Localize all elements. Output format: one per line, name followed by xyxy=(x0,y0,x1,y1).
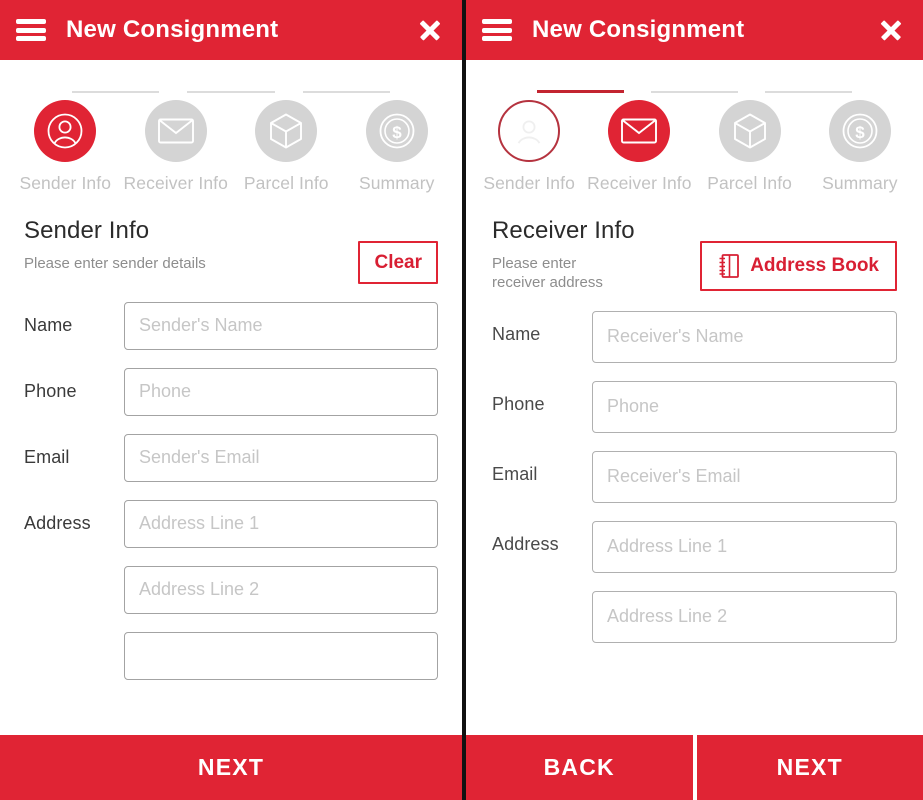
sender-address-line3-input[interactable] xyxy=(124,631,438,680)
clear-button-label: Clear xyxy=(374,251,422,273)
step-bubble xyxy=(34,100,97,162)
hamburger-icon[interactable] xyxy=(16,19,46,41)
page-title: New Consignment xyxy=(532,16,745,43)
dual-screen-comparison: New Consignment Sender Info Receiver Inf… xyxy=(0,0,923,800)
step-summary[interactable]: $ Summary xyxy=(805,100,915,195)
step-bubble: $ xyxy=(365,100,428,162)
step-bubble xyxy=(255,100,318,162)
step-label: Receiver Info xyxy=(587,173,692,193)
clear-button[interactable]: Clear xyxy=(358,240,438,284)
bottom-action-bar: NEXT xyxy=(0,735,462,800)
field-row-name: Name xyxy=(24,301,438,350)
address-book-button[interactable]: Address Book xyxy=(700,240,897,291)
step-bubble xyxy=(498,100,561,162)
receiver-address-line1-input[interactable] xyxy=(592,520,897,573)
receiver-name-input[interactable] xyxy=(592,310,897,363)
step-bubble xyxy=(608,100,671,162)
field-label-email: Email xyxy=(492,463,538,484)
sender-form: Sender Info Please enter sender details … xyxy=(0,217,462,680)
field-label-email: Email xyxy=(24,446,70,467)
hamburger-icon[interactable] xyxy=(482,19,512,41)
next-button[interactable]: NEXT xyxy=(696,735,923,800)
step-receiver-info[interactable]: Receiver Info xyxy=(121,100,232,195)
stepper-connector-1 xyxy=(71,91,160,93)
field-row-address: Address xyxy=(24,499,438,680)
cube-icon xyxy=(733,113,766,149)
field-row-address: Address xyxy=(492,520,897,643)
step-sender-info[interactable]: Sender Info xyxy=(474,100,584,195)
field-row-email: Email xyxy=(492,450,897,503)
section-header: Receiver Info Please enter receiver addr… xyxy=(492,217,897,293)
stepper: Sender Info Receiver Info Parcel Info $ … xyxy=(0,60,462,195)
step-summary[interactable]: $ Summary xyxy=(342,100,453,195)
receiver-address-line2-input[interactable] xyxy=(592,590,897,643)
back-button[interactable]: BACK xyxy=(466,735,693,800)
step-label: Parcel Info xyxy=(707,173,792,193)
step-label: Summary xyxy=(358,173,435,193)
section-title: Sender Info xyxy=(24,216,150,244)
app-bar: New Consignment xyxy=(0,0,462,60)
section-subtitle: Please enter receiver address xyxy=(492,254,603,292)
cube-icon xyxy=(270,113,303,149)
screen-receiver-info: New Consignment Sender Info Receiver Inf… xyxy=(466,0,923,800)
stepper-connector-1 xyxy=(536,90,624,93)
screen-sender-info: New Consignment Sender Info Receiver Inf… xyxy=(0,0,462,800)
field-label-phone: Phone xyxy=(24,380,77,401)
address-book-button-label: Address Book xyxy=(750,255,879,277)
next-button[interactable]: NEXT xyxy=(0,735,462,800)
step-label: Receiver Info xyxy=(123,173,228,193)
step-label: Summary xyxy=(822,173,898,193)
stepper-connector-2 xyxy=(651,91,738,93)
step-parcel-info[interactable]: Parcel Info xyxy=(231,100,342,195)
section-header: Sender Info Please enter sender details … xyxy=(24,217,438,284)
svg-text:$: $ xyxy=(855,123,865,142)
address-book-icon xyxy=(719,253,740,278)
sender-email-input[interactable] xyxy=(124,433,438,482)
coin-dollar-icon: $ xyxy=(379,113,415,149)
bottom-action-bar: BACK NEXT xyxy=(466,735,923,800)
field-row-name: Name xyxy=(492,310,897,363)
page-title: New Consignment xyxy=(66,16,279,43)
step-parcel-info[interactable]: Parcel Info xyxy=(695,100,805,195)
sender-address-line2-input[interactable] xyxy=(124,565,438,614)
receiver-email-input[interactable] xyxy=(592,450,897,503)
coin-dollar-icon: $ xyxy=(842,113,878,149)
envelope-icon xyxy=(621,118,658,144)
section-title: Receiver Info xyxy=(492,216,635,244)
field-label-phone: Phone xyxy=(492,393,545,414)
receiver-form: Receiver Info Please enter receiver addr… xyxy=(466,217,923,643)
field-label-address: Address xyxy=(24,512,91,533)
sender-address-line1-input[interactable] xyxy=(124,499,438,548)
close-icon[interactable] xyxy=(416,16,444,44)
step-bubble: $ xyxy=(828,100,891,162)
step-bubble xyxy=(144,100,207,162)
person-icon xyxy=(47,113,83,149)
field-label-address: Address xyxy=(492,533,559,554)
step-bubble xyxy=(718,100,781,162)
step-label: Sender Info xyxy=(19,173,112,193)
envelope-icon xyxy=(157,118,194,144)
step-label: Parcel Info xyxy=(243,173,329,193)
close-icon[interactable] xyxy=(877,16,905,44)
stepper-connector-2 xyxy=(187,91,275,93)
sender-phone-input[interactable] xyxy=(124,367,438,416)
stepper-connector-3 xyxy=(302,91,391,93)
app-bar: New Consignment xyxy=(466,0,923,60)
field-row-email: Email xyxy=(24,433,438,482)
svg-text:$: $ xyxy=(392,123,402,142)
field-row-phone: Phone xyxy=(24,367,438,416)
sender-name-input[interactable] xyxy=(124,301,438,350)
field-label-name: Name xyxy=(492,323,541,344)
stepper: Sender Info Receiver Info Parcel Info $ … xyxy=(466,60,923,195)
field-label-name: Name xyxy=(24,314,73,335)
step-sender-info[interactable]: Sender Info xyxy=(10,100,121,195)
person-icon xyxy=(517,120,541,144)
section-subtitle: Please enter sender details xyxy=(24,254,206,272)
field-row-phone: Phone xyxy=(492,380,897,433)
stepper-connector-3 xyxy=(765,91,853,93)
receiver-phone-input[interactable] xyxy=(592,380,897,433)
step-label: Sender Info xyxy=(483,173,575,193)
step-receiver-info[interactable]: Receiver Info xyxy=(584,100,694,195)
